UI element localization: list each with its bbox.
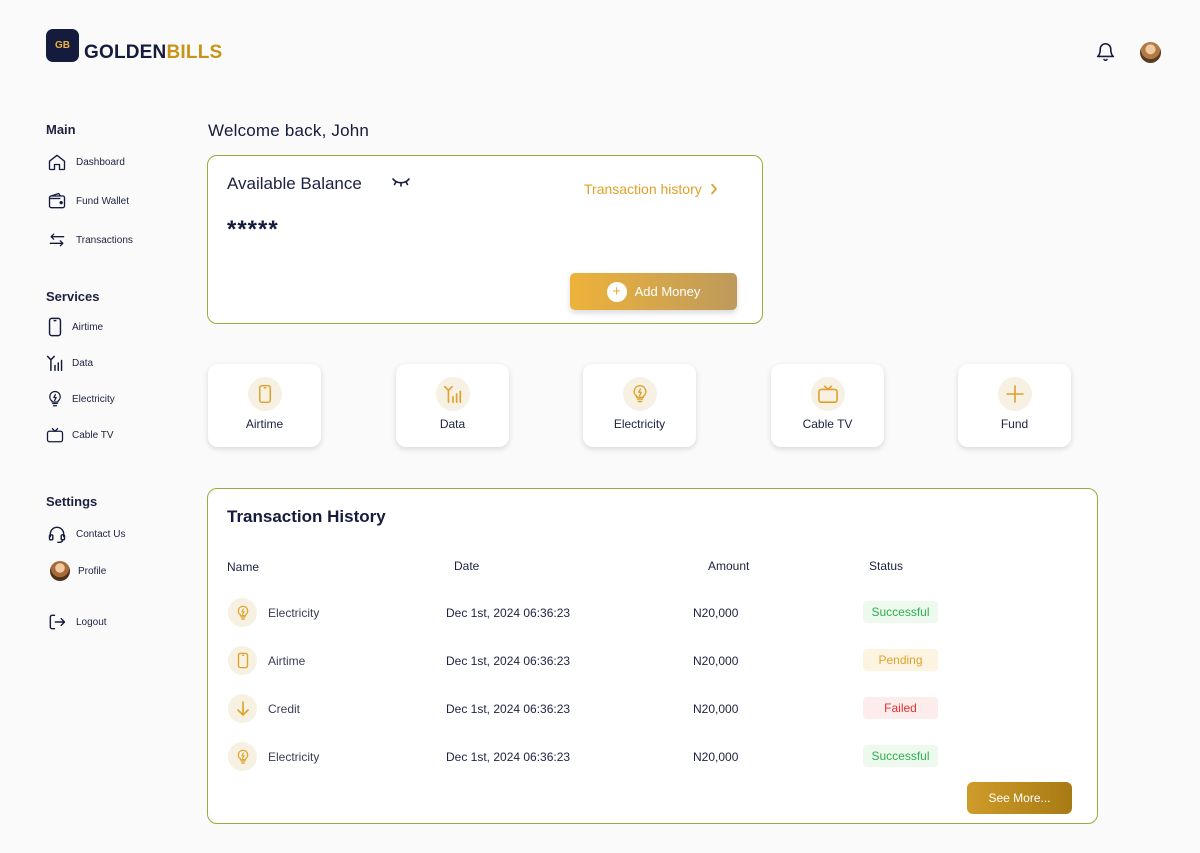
brand-logo[interactable]: GB <box>46 29 79 62</box>
transfer-arrows-icon <box>46 229 68 251</box>
chevron-right-icon <box>710 183 718 195</box>
bulb-icon <box>46 388 64 410</box>
home-icon <box>46 151 68 173</box>
sidebar-item-airtime[interactable]: Airtime <box>46 316 103 338</box>
plus-icon <box>997 377 1032 411</box>
sidebar-heading-settings: Settings <box>46 494 98 509</box>
sidebar-item-contact-us[interactable]: Contact Us <box>46 523 125 545</box>
table-row[interactable]: Electricity Dec 1st, 2024 06:36:23 N20,0… <box>208 742 1096 772</box>
arrow-down-icon <box>228 694 257 723</box>
phone-icon <box>46 316 64 338</box>
status-badge: Successful <box>863 601 938 623</box>
phone-icon <box>228 646 257 675</box>
avatar <box>50 561 70 581</box>
service-airtime[interactable]: Airtime <box>208 364 321 447</box>
sidebar-item-logout[interactable]: Logout <box>46 611 107 633</box>
phone-icon <box>247 377 282 411</box>
table-row[interactable]: Credit Dec 1st, 2024 06:36:23 N20,000 Fa… <box>208 694 1096 724</box>
status-badge: Failed <box>863 697 938 719</box>
sidebar-item-dashboard[interactable]: Dashboard <box>46 151 125 173</box>
sidebar-heading-services: Services <box>46 289 100 304</box>
sidebar-item-data[interactable]: Data <box>46 352 93 374</box>
headset-icon <box>46 523 68 545</box>
eye-closed-icon[interactable] <box>391 176 411 188</box>
column-header-name: Name <box>227 560 260 574</box>
table-row[interactable]: Electricity Dec 1st, 2024 06:36:23 N20,0… <box>208 598 1096 628</box>
brand-name: GOLDENBILLS <box>84 42 223 63</box>
bulb-icon <box>622 377 657 411</box>
plus-icon: + <box>606 281 627 302</box>
column-header-status: Status <box>869 559 904 573</box>
signal-icon <box>435 377 470 411</box>
page-title: Welcome back, John <box>208 121 370 140</box>
balance-label: Available Balance <box>227 174 362 193</box>
wallet-icon <box>46 190 68 212</box>
user-avatar[interactable] <box>1140 42 1161 63</box>
balance-value: ***** <box>227 216 279 243</box>
transaction-history-link[interactable]: Transaction history <box>584 181 718 197</box>
tv-icon <box>46 424 64 446</box>
status-badge: Pending <box>863 649 938 671</box>
sidebar-item-profile[interactable]: Profile <box>50 561 106 581</box>
service-cable-tv[interactable]: Cable TV <box>771 364 884 447</box>
table-row[interactable]: Airtime Dec 1st, 2024 06:36:23 N20,000 P… <box>208 646 1096 676</box>
service-electricity[interactable]: Electricity <box>583 364 696 447</box>
column-header-date: Date <box>454 559 480 573</box>
status-badge: Successful <box>863 745 938 767</box>
sidebar-heading-main: Main <box>46 122 76 137</box>
bell-icon[interactable] <box>1095 41 1116 64</box>
signal-icon <box>46 352 64 374</box>
transaction-history-card: Transaction History Name Date Amount Sta… <box>207 488 1098 824</box>
bulb-icon <box>228 742 257 771</box>
logout-icon <box>46 611 68 633</box>
service-data[interactable]: Data <box>396 364 509 447</box>
tv-icon <box>810 377 845 411</box>
sidebar-item-transactions[interactable]: Transactions <box>46 229 133 251</box>
sidebar-item-electricity[interactable]: Electricity <box>46 388 115 410</box>
sidebar-item-cable-tv[interactable]: Cable TV <box>46 424 114 446</box>
bulb-icon <box>228 598 257 627</box>
column-header-amount: Amount <box>708 559 750 573</box>
add-money-button[interactable]: + Add Money <box>570 273 737 310</box>
see-more-button[interactable]: See More... <box>967 782 1072 814</box>
transaction-history-title: Transaction History <box>227 507 386 526</box>
balance-card: Available Balance Transaction history **… <box>207 155 763 324</box>
service-fund[interactable]: Fund <box>958 364 1071 447</box>
sidebar-item-fund-wallet[interactable]: Fund Wallet <box>46 190 129 212</box>
